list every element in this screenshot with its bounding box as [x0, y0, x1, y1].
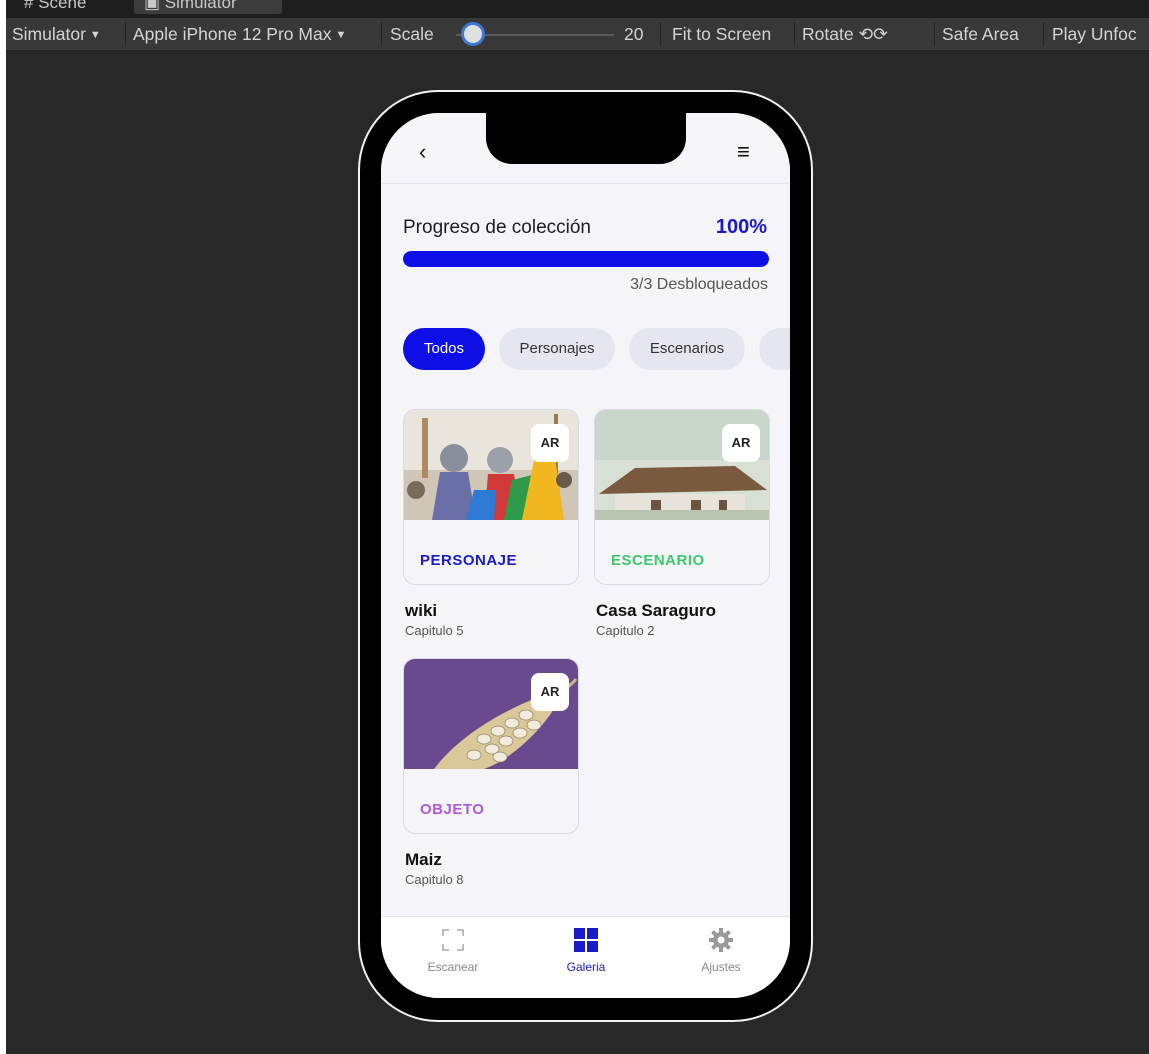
scan-frame-icon — [442, 929, 464, 951]
gear-icon — [709, 928, 733, 952]
nav-item-escanear[interactable]: Escanear — [398, 923, 508, 983]
progress-bar-fill — [403, 251, 769, 267]
filter-chip-todos[interactable]: Todos — [403, 328, 485, 370]
progress-percent: 100% — [715, 216, 767, 238]
mode-dropdown[interactable]: Simulator ▼ — [12, 18, 101, 50]
nav-label: Ajustes — [701, 960, 741, 974]
card-type-label: PERSONAJE — [420, 552, 518, 569]
ar-badge: AR — [722, 424, 760, 462]
caret-down-icon: ▼ — [89, 29, 101, 41]
progress-bar — [403, 251, 769, 267]
mode-dropdown-label: Simulator — [12, 24, 86, 44]
card-type-label: ESCENARIO — [611, 552, 705, 569]
device-screen: ‹ Mis Escaneos ≡ Progreso de colección 1… — [381, 113, 790, 998]
toolbar-divider — [1043, 22, 1044, 46]
editor-tab-strip: # Scene ▣ Simulator — [6, 0, 1149, 18]
simulator-toolbar: Simulator ▼ Apple iPhone 12 Pro Max ▼ Scal… — [6, 18, 1149, 51]
device-frame: ‹ Mis Escaneos ≡ Progreso de colección 1… — [360, 92, 811, 1020]
item-chapter: Capitulo 5 — [405, 623, 464, 638]
hamburger-menu-icon[interactable]: ≡ — [737, 139, 750, 165]
gallery-card-casa-saraguro[interactable]: AR ESCENARIO — [594, 409, 770, 585]
tab-scene[interactable]: # Scene — [14, 0, 96, 14]
ar-badge: AR — [531, 424, 569, 462]
tab-scene-label: Scene — [38, 0, 87, 12]
scale-value: 20 — [624, 24, 644, 44]
scene-icon: # — [24, 0, 34, 12]
nav-item-galeria[interactable]: Galeria — [531, 923, 641, 983]
item-name: Casa Saraguro — [596, 601, 716, 620]
item-name: wiki — [405, 601, 438, 620]
rotate-left-icon[interactable]: ⟲ — [858, 24, 873, 44]
toolbar-divider — [934, 22, 935, 46]
progress-label: Progreso de colección — [403, 217, 591, 238]
device-dropdown[interactable]: Apple iPhone 12 Pro Max ▼ — [133, 18, 346, 50]
ar-badge: AR — [531, 673, 569, 711]
gallery-card-wiki[interactable]: AR PERSONAJE — [403, 409, 579, 585]
gallery-card-maiz[interactable]: AR OBJETO — [403, 658, 579, 834]
progress-count: 3/3 Desbloqueados — [630, 276, 768, 293]
nav-label: Escanear — [427, 960, 479, 974]
unity-editor-window: # Scene ▣ Simulator Simulator ▼ Apple iPh… — [6, 0, 1149, 1054]
play-unfocused-dropdown[interactable]: Play Unfoc — [1052, 18, 1137, 50]
toolbar-divider — [125, 22, 126, 46]
scale-label: Scale — [390, 24, 434, 44]
scale-slider-thumb[interactable] — [464, 25, 482, 43]
filter-chip-more[interactable] — [759, 328, 790, 370]
safe-area-toggle[interactable]: Safe Area — [942, 18, 1019, 50]
item-chapter: Capitulo 8 — [405, 872, 464, 887]
tab-simulator-label: Simulator — [164, 0, 237, 12]
item-name: Maiz — [405, 850, 442, 869]
bottom-navigation: Escanear Galeria Ajustes — [381, 916, 790, 998]
fit-to-screen-button[interactable]: Fit to Screen — [672, 18, 771, 50]
rotate-right-icon[interactable]: ⟳ — [873, 24, 888, 44]
filter-chip-escenarios[interactable]: Escenarios — [629, 328, 745, 370]
toolbar-divider — [381, 22, 382, 46]
card-type-label: OBJETO — [420, 801, 485, 818]
device-dropdown-label: Apple iPhone 12 Pro Max — [133, 24, 332, 44]
rotate-label: Rotate — [802, 24, 854, 44]
device-notch — [486, 113, 686, 164]
simulator-icon: ▣ — [144, 0, 161, 12]
nav-item-ajustes[interactable]: Ajustes — [666, 923, 776, 983]
toolbar-divider — [794, 22, 795, 46]
toolbar-divider — [660, 22, 661, 46]
caret-down-icon: ▼ — [335, 29, 347, 41]
item-chapter: Capitulo 2 — [596, 623, 655, 638]
nav-label: Galeria — [566, 960, 606, 974]
grid-icon — [574, 928, 598, 952]
filter-chip-personajes[interactable]: Personajes — [499, 328, 615, 370]
rotate-group: Rotate ⟲⟳ — [802, 18, 888, 50]
tab-simulator[interactable]: ▣ Simulator — [134, 0, 282, 14]
